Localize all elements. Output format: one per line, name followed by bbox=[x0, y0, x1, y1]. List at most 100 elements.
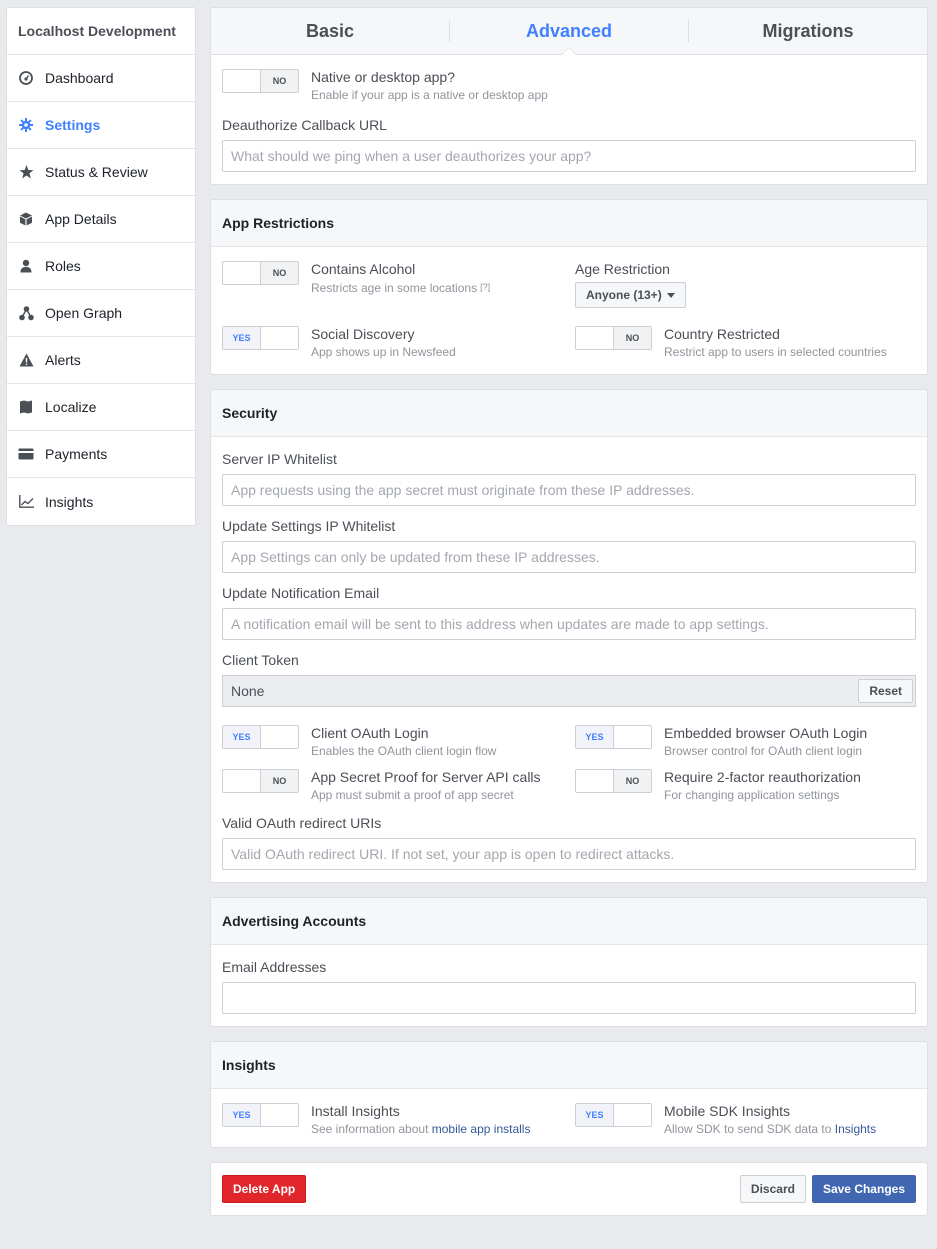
server-ip-whitelist-input[interactable] bbox=[222, 474, 916, 506]
toggle-no-label: NO bbox=[613, 770, 651, 792]
security-header: Security bbox=[211, 390, 927, 437]
deauthorize-callback-input[interactable] bbox=[222, 140, 916, 172]
social-discovery-toggle[interactable]: YES bbox=[222, 326, 299, 350]
insights-link[interactable]: Insights bbox=[835, 1122, 876, 1136]
reset-token-button[interactable]: Reset bbox=[858, 679, 913, 703]
sidebar-item-localize[interactable]: Localize bbox=[7, 384, 195, 431]
install-insights-title: Install Insights bbox=[311, 1103, 400, 1119]
embedded-oauth-toggle[interactable]: YES bbox=[575, 725, 652, 749]
two-factor-title: Require 2-factor reauthorization bbox=[664, 769, 861, 785]
tab-advanced[interactable]: Advanced bbox=[450, 8, 688, 55]
advanced-settings-panel: Basic Advanced Migrations NO Native or d… bbox=[210, 7, 928, 185]
gear-icon bbox=[18, 117, 34, 133]
sidebar: Localhost Development Dashboard Settings… bbox=[6, 7, 196, 526]
contains-alcohol-setting: NO Contains Alcohol Restricts age in som… bbox=[222, 261, 575, 308]
embedded-oauth-description: Browser control for OAuth client login bbox=[664, 744, 863, 758]
mobile-sdk-insights-title: Mobile SDK Insights bbox=[664, 1103, 791, 1119]
sidebar-item-label: Roles bbox=[45, 258, 81, 274]
mobile-app-installs-link[interactable]: mobile app installs bbox=[432, 1122, 531, 1136]
insights-panel: Insights YES Install Insights See inform… bbox=[210, 1041, 928, 1148]
tab-basic[interactable]: Basic bbox=[211, 8, 449, 54]
settings-ip-whitelist-label: Update Settings IP Whitelist bbox=[222, 518, 396, 534]
email-addresses-label: Email Addresses bbox=[222, 959, 327, 975]
age-restriction-setting: Age Restriction Anyone (13+) bbox=[575, 261, 686, 308]
contains-alcohol-toggle[interactable]: NO bbox=[222, 261, 299, 285]
client-oauth-description: Enables the OAuth client login flow bbox=[311, 744, 497, 758]
toggle-no-label: NO bbox=[260, 770, 298, 792]
sidebar-item-label: Insights bbox=[45, 493, 94, 510]
client-oauth-title: Client OAuth Login bbox=[311, 725, 429, 741]
toggle-yes-label: YES bbox=[223, 1104, 261, 1126]
contains-alcohol-title: Contains Alcohol bbox=[311, 261, 416, 277]
app-secret-proof-description: App must submit a proof of app secret bbox=[311, 788, 514, 802]
sidebar-item-settings[interactable]: Settings bbox=[7, 102, 195, 149]
app-restrictions-header: App Restrictions bbox=[211, 200, 927, 247]
discard-button[interactable]: Discard bbox=[739, 1175, 806, 1203]
sidebar-item-label: Open Graph bbox=[45, 305, 123, 321]
sidebar-item-label: Settings bbox=[45, 117, 101, 133]
advertising-accounts-panel: Advertising Accounts Email Addresses bbox=[210, 897, 928, 1027]
cube-icon bbox=[18, 211, 34, 227]
sidebar-item-status-review[interactable]: Status & Review bbox=[7, 149, 195, 196]
oauth-redirect-input[interactable] bbox=[222, 838, 916, 870]
security-panel: Security Server IP Whitelist Update Sett… bbox=[210, 389, 928, 883]
save-changes-button[interactable]: Save Changes bbox=[811, 1175, 916, 1203]
caret-down-icon bbox=[666, 292, 675, 298]
notification-email-input[interactable] bbox=[222, 608, 916, 640]
warning-icon bbox=[18, 352, 34, 368]
sidebar-item-label: Localize bbox=[45, 399, 97, 415]
advertising-accounts-header: Advertising Accounts bbox=[211, 898, 927, 945]
country-restricted-toggle[interactable]: NO bbox=[575, 326, 652, 350]
age-restriction-label: Age Restriction bbox=[575, 261, 670, 277]
help-link[interactable]: [?] bbox=[480, 282, 490, 292]
tab-migrations[interactable]: Migrations bbox=[689, 8, 927, 54]
sidebar-item-dashboard[interactable]: Dashboard bbox=[7, 55, 195, 102]
insights-header: Insights bbox=[211, 1042, 927, 1089]
install-insights-setting: YES Install Insights See information abo… bbox=[222, 1103, 575, 1137]
install-insights-toggle[interactable]: YES bbox=[222, 1103, 299, 1127]
toggle-no-label: NO bbox=[613, 327, 651, 349]
country-restricted-description: Restrict app to users in selected countr… bbox=[664, 345, 887, 359]
install-insights-description: See information about bbox=[311, 1122, 432, 1136]
app-secret-proof-toggle[interactable]: NO bbox=[222, 769, 299, 793]
contains-alcohol-description: Restricts age in some locations bbox=[311, 281, 478, 295]
embedded-oauth-title: Embedded browser OAuth Login bbox=[664, 725, 868, 741]
sidebar-item-label: App Details bbox=[45, 211, 117, 227]
sidebar-item-label: Dashboard bbox=[45, 70, 114, 86]
client-token-label: Client Token bbox=[222, 652, 299, 668]
country-restricted-title: Country Restricted bbox=[664, 326, 780, 342]
mobile-sdk-insights-toggle[interactable]: YES bbox=[575, 1103, 652, 1127]
sidebar-item-alerts[interactable]: Alerts bbox=[7, 337, 195, 384]
age-restriction-dropdown[interactable]: Anyone (13+) bbox=[575, 282, 686, 308]
client-oauth-toggle[interactable]: YES bbox=[222, 725, 299, 749]
settings-ip-whitelist-input[interactable] bbox=[222, 541, 916, 573]
toggle-no-label: NO bbox=[260, 262, 298, 284]
mobile-sdk-insights-setting: YES Mobile SDK Insights Allow SDK to sen… bbox=[575, 1103, 876, 1137]
server-ip-whitelist-label: Server IP Whitelist bbox=[222, 451, 337, 467]
sidebar-item-open-graph[interactable]: Open Graph bbox=[7, 290, 195, 337]
native-app-title: Native or desktop app? bbox=[311, 69, 455, 85]
sidebar-item-payments[interactable]: Payments bbox=[7, 431, 195, 478]
two-factor-toggle[interactable]: NO bbox=[575, 769, 652, 793]
native-app-setting: NO Native or desktop app? Enable if your… bbox=[222, 69, 551, 103]
native-app-toggle[interactable]: NO bbox=[222, 69, 299, 93]
toggle-no-label: NO bbox=[260, 70, 298, 92]
oauth-redirect-label: Valid OAuth redirect URIs bbox=[222, 815, 382, 831]
graph-icon bbox=[18, 305, 34, 321]
sidebar-item-roles[interactable]: Roles bbox=[7, 243, 195, 290]
main-content: Basic Advanced Migrations NO Native or d… bbox=[210, 7, 928, 1230]
app-title: Localhost Development bbox=[7, 8, 195, 55]
dashboard-icon bbox=[18, 70, 34, 86]
sidebar-item-label: Alerts bbox=[45, 352, 81, 368]
sidebar-item-label: Status & Review bbox=[45, 164, 148, 180]
delete-app-button[interactable]: Delete App bbox=[222, 1175, 307, 1203]
country-restricted-setting: NO Country Restricted Restrict app to us… bbox=[575, 326, 887, 360]
toggle-yes-label: YES bbox=[576, 726, 614, 748]
sidebar-item-app-details[interactable]: App Details bbox=[7, 196, 195, 243]
sidebar-item-insights[interactable]: Insights bbox=[7, 478, 195, 525]
email-addresses-input[interactable] bbox=[222, 982, 916, 1014]
notification-email-label: Update Notification Email bbox=[222, 585, 380, 601]
chart-icon bbox=[18, 494, 34, 510]
client-oauth-setting: YES Client OAuth Login Enables the OAuth… bbox=[222, 725, 575, 759]
social-discovery-setting: YES Social Discovery App shows up in New… bbox=[222, 326, 575, 360]
